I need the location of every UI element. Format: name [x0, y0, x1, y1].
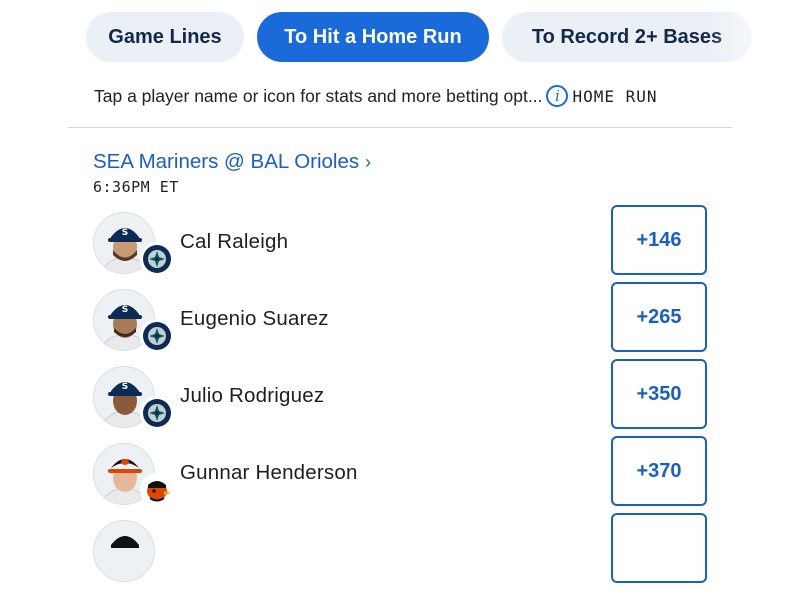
tab-to-hit-a-home-run[interactable]: To Hit a Home Run: [257, 12, 489, 62]
player-row: S Eugenio Suarez +265: [0, 282, 800, 361]
game-time: 6:36PM ET: [93, 178, 179, 196]
odds-button[interactable]: +350: [611, 359, 707, 429]
svg-text:S: S: [122, 382, 128, 392]
player-row: S Julio Rodriguez +350: [0, 359, 800, 438]
orioles-logo-icon: [140, 473, 174, 507]
svg-text:S: S: [122, 228, 128, 238]
game-matchup-link[interactable]: SEA Mariners @ BAL Orioles ›: [93, 150, 371, 174]
player-name[interactable]: Julio Rodriguez: [180, 384, 324, 408]
player-row: Gunnar Henderson +370: [0, 436, 800, 515]
info-icon[interactable]: i: [546, 85, 569, 107]
svg-text:S: S: [122, 305, 128, 315]
mariners-logo-icon: [140, 242, 174, 276]
player-name[interactable]: Gunnar Henderson: [180, 461, 358, 485]
mariners-logo-icon: [140, 396, 174, 430]
market-tabs: Game Lines To Hit a Home Run To Record 2…: [0, 12, 800, 64]
market-label: HOME RUN: [572, 86, 658, 106]
player-name[interactable]: Eugenio Suarez: [180, 307, 329, 331]
game-matchup: SEA Mariners @ BAL Orioles: [93, 150, 360, 173]
tab-to-record-2-plus-bases[interactable]: To Record 2+ Bases: [502, 12, 752, 62]
player-row: S Cal Raleigh +146: [0, 205, 800, 284]
subheader: Tap a player name or icon for stats and …: [94, 82, 658, 110]
odds-button[interactable]: [611, 513, 707, 583]
odds-button[interactable]: +370: [611, 436, 707, 506]
odds-button[interactable]: +146: [611, 205, 707, 275]
mariners-logo-icon: [140, 319, 174, 353]
subheader-hint: Tap a player name or icon for stats and …: [94, 85, 543, 106]
odds-button[interactable]: +265: [611, 282, 707, 352]
chevron-right-icon: ›: [365, 151, 372, 172]
divider: [68, 127, 732, 128]
player-row-partial: [0, 513, 800, 592]
player-name[interactable]: Cal Raleigh: [180, 230, 288, 254]
tab-game-lines[interactable]: Game Lines: [86, 12, 244, 62]
player-avatar[interactable]: [93, 520, 155, 582]
